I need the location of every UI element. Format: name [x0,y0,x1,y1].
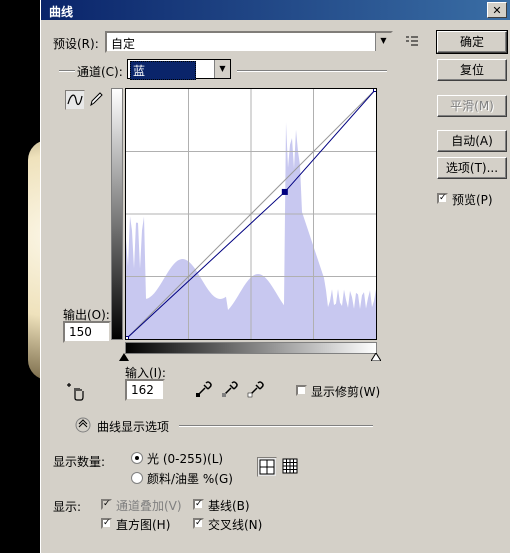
on-image-adjust-icon[interactable] [65,380,87,402]
grid-simple-button[interactable] [257,457,277,477]
black-point-eyedropper-icon[interactable] [195,380,213,398]
show-clipping-checkbox[interactable] [296,385,307,396]
title-bar[interactable]: 曲线 ✕ [41,0,510,20]
input-value: 162 [131,383,154,397]
show-clipping-label: 显示修剪(W) [311,385,381,399]
curve-point-tool[interactable] [65,90,85,110]
channel-value: 蓝 [130,61,197,80]
preset-label: 预设(R): [53,37,99,51]
gray-point-eyedropper-icon[interactable] [221,380,239,398]
intersection-label: 交叉线(N) [208,518,263,532]
reset-button[interactable]: 复位 [437,59,507,81]
auto-button[interactable]: 自动(A) [437,130,507,152]
light-radio-label: 光 (0-255)(L) [147,452,224,466]
show-amount-label: 显示数量: [53,455,106,469]
output-value: 150 [69,325,92,339]
grid-detailed-button[interactable] [281,457,301,477]
preset-menu-icon[interactable] [405,34,419,48]
intersection-checkbox[interactable]: ✓ [193,518,204,529]
channel-select[interactable]: 蓝 ▼ [127,59,231,80]
pigment-radio-label: 颜料/油墨 %(G) [147,472,233,486]
options-divider [179,425,373,427]
preset-select[interactable]: 自定 ▼ [105,31,393,53]
smooth-button[interactable]: 平滑(M) [437,95,507,117]
white-point-eyedropper-icon[interactable] [247,380,265,398]
pencil-tool[interactable] [87,90,107,110]
curve-control-point[interactable] [281,188,288,195]
ok-button[interactable]: 确定 [436,30,508,54]
channel-overlays-checkbox[interactable]: ✓ [101,499,112,510]
light-radio[interactable] [131,452,143,464]
preset-value: 自定 [111,37,136,51]
output-gradient-bar [111,88,123,340]
grid-4x4-icon [259,459,275,475]
curve-display-options-label[interactable]: 曲线显示选项 [97,418,169,435]
curve-graph-svg[interactable] [126,89,376,339]
output-field[interactable]: 150 [63,321,111,343]
channel-label: 通道(C): [77,65,123,79]
baseline-label: 基线(B) [208,499,250,513]
chevron-down-icon[interactable]: ▼ [214,60,230,78]
window-title: 曲线 [49,5,74,19]
background-photo [0,0,68,553]
show-label: 显示: [53,500,82,514]
group-line-left [59,70,75,72]
curves-dialog: 曲线 ✕ 预设(R): 自定 ▼ 通道(C): 蓝 ▼ 确定 复位 平滑(M) … [40,0,510,553]
group-line-right [237,70,387,72]
close-button[interactable]: ✕ [487,2,507,18]
preview-label: 预览(P) [452,193,493,207]
input-field[interactable]: 162 [125,379,165,401]
chevron-down-icon[interactable]: ▼ [375,33,391,51]
curve-control-point[interactable] [373,89,377,92]
curve-point-icon [67,94,83,106]
input-gradient-bar [125,342,377,354]
preview-checkbox[interactable]: ✓ [437,193,448,204]
histogram-checkbox[interactable]: ✓ [101,518,112,529]
histogram-label: 直方图(H) [116,518,171,532]
black-slider-icon[interactable] [119,353,129,361]
baseline-checkbox[interactable]: ✓ [193,499,204,510]
chevron-up-icon[interactable] [75,417,91,433]
white-slider-icon[interactable] [371,353,381,361]
pigment-radio[interactable] [131,472,143,484]
options-button[interactable]: 选项(T)... [437,157,507,179]
curve-graph[interactable] [125,88,377,340]
pencil-icon [90,92,103,107]
channel-overlays-label: 通道叠加(V) [116,499,182,513]
curve-control-point[interactable] [126,336,129,340]
grid-10x10-icon [282,458,298,474]
